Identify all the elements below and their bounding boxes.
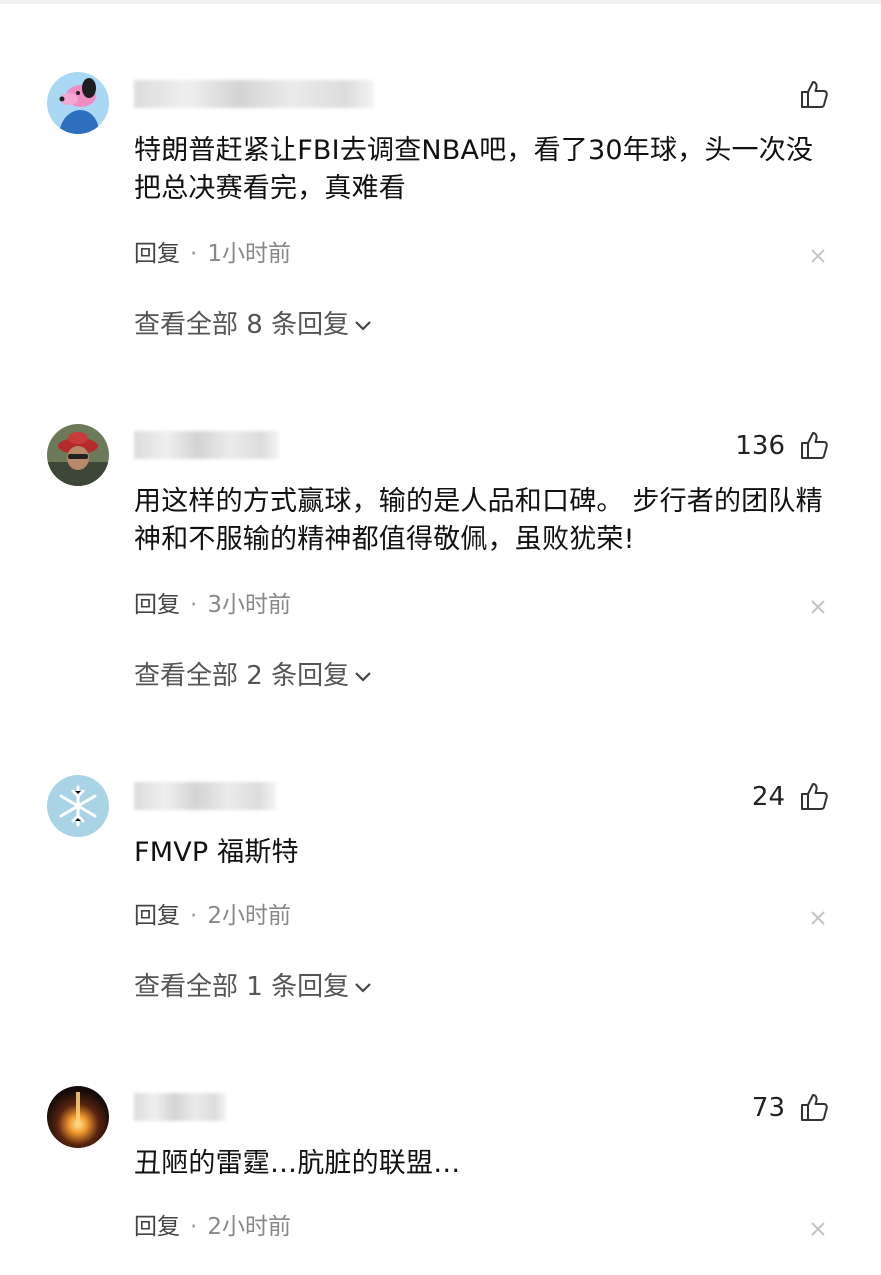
chevron-down-icon <box>353 981 373 995</box>
comment-item: 24 FMVP 福斯特 回复 · 2小时前 查看全部 1 条回复 <box>0 702 881 1032</box>
separator: · <box>190 903 198 929</box>
username-blurred[interactable] <box>134 1093 226 1121</box>
timestamp: 2小时前 <box>207 903 291 929</box>
chevron-down-icon <box>353 319 373 333</box>
avatar[interactable] <box>47 424 109 486</box>
view-replies-label: 查看全部 8 条回复 <box>134 310 350 340</box>
close-icon[interactable] <box>808 1219 828 1239</box>
thumbs-up-icon[interactable] <box>798 429 830 461</box>
thumbs-up-icon[interactable] <box>798 78 830 110</box>
comment-text: 丑陋的雷霆…肮脏的联盟… <box>134 1148 461 1179</box>
comment-item: 136 用这样的方式赢球，输的是人品和口碑。 步行者的团队精神和不服输的精神都值… <box>0 351 881 691</box>
avatar[interactable] <box>47 775 109 837</box>
view-replies-label: 查看全部 2 条回复 <box>134 661 350 691</box>
comment-text: 用这样的方式赢球，输的是人品和口碑。 步行者的团队精神和不服输的精神都值得敬佩，… <box>134 486 823 555</box>
thumbs-up-icon[interactable] <box>798 780 830 812</box>
close-icon[interactable] <box>808 597 828 617</box>
comment-meta: 回复 · 3小时前 <box>134 590 291 620</box>
comment-meta: 回复 · 2小时前 <box>134 901 291 931</box>
view-replies-link[interactable]: 查看全部 1 条回复 <box>134 971 373 1003</box>
close-icon[interactable] <box>808 246 828 266</box>
username-blurred[interactable] <box>134 782 276 810</box>
reply-button[interactable]: 回复 <box>134 592 180 618</box>
reply-button[interactable]: 回复 <box>134 241 180 267</box>
close-icon[interactable] <box>808 908 828 928</box>
like-count: 73 <box>751 1093 785 1123</box>
chevron-down-icon <box>353 670 373 684</box>
reply-button[interactable]: 回复 <box>134 1214 180 1240</box>
like-count: 136 <box>735 431 785 461</box>
comment-meta: 回复 · 2小时前 <box>134 1212 291 1242</box>
comment-text: 特朗普赶紧让FBI去调查NBA吧，看了30年球，头一次没把总决赛看完，真难看 <box>134 135 814 204</box>
username-blurred[interactable] <box>134 80 374 108</box>
timestamp: 2小时前 <box>207 1214 291 1240</box>
timestamp: 3小时前 <box>207 592 291 618</box>
view-replies-label: 查看全部 1 条回复 <box>134 972 350 1002</box>
thumbs-up-icon[interactable] <box>798 1091 830 1123</box>
reply-button[interactable]: 回复 <box>134 903 180 929</box>
comment-text: FMVP 福斯特 <box>134 837 299 868</box>
separator: · <box>190 592 198 618</box>
timestamp: 1小时前 <box>207 241 291 267</box>
view-replies-link[interactable]: 查看全部 2 条回复 <box>134 660 373 692</box>
like-count: 24 <box>751 782 785 812</box>
avatar[interactable] <box>47 1086 109 1148</box>
view-replies-link[interactable]: 查看全部 8 条回复 <box>134 309 373 341</box>
comment-item: 特朗普赶紧让FBI去调查NBA吧，看了30年球，头一次没把总决赛看完，真难看 回… <box>0 0 881 340</box>
avatar[interactable] <box>47 72 109 134</box>
comment-meta: 回复 · 1小时前 <box>134 239 291 269</box>
separator: · <box>190 241 198 267</box>
separator: · <box>190 1214 198 1240</box>
comment-item: 73 丑陋的雷霆…肮脏的联盟… 回复 · 2小时前 <box>0 1013 881 1275</box>
username-blurred[interactable] <box>134 431 279 459</box>
